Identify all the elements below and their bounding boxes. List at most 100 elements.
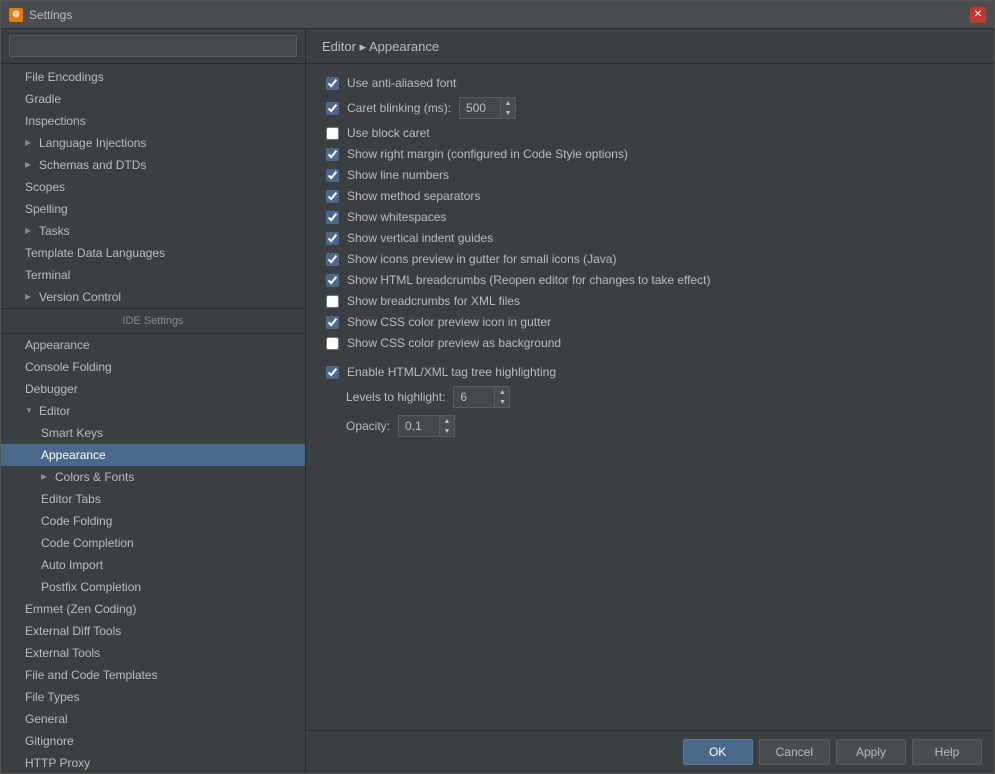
checkbox-anti-aliased[interactable] xyxy=(326,77,339,90)
sidebar-item-appearance-ide[interactable]: Appearance xyxy=(1,334,305,356)
sidebar-item-smart-keys[interactable]: Smart Keys xyxy=(1,422,305,444)
checkbox-right-margin[interactable] xyxy=(326,148,339,161)
levels-highlight-input[interactable] xyxy=(454,388,494,406)
opacity-spinner-down[interactable]: ▼ xyxy=(440,426,454,436)
row-icons-preview: Show icons preview in gutter for small i… xyxy=(326,252,974,266)
sidebar-item-code-completion[interactable]: Code Completion xyxy=(1,532,305,554)
label-right-margin[interactable]: Show right margin (configured in Code St… xyxy=(347,147,628,161)
item-label: Editor Tabs xyxy=(41,490,101,508)
close-button[interactable]: ✕ xyxy=(970,7,986,23)
sidebar-item-external-tools[interactable]: External Tools xyxy=(1,642,305,664)
help-button[interactable]: Help xyxy=(912,739,982,765)
sidebar-item-editor[interactable]: ▼ Editor xyxy=(1,400,305,422)
spinner-up-button[interactable]: ▲ xyxy=(501,98,515,108)
levels-spinner-down[interactable]: ▼ xyxy=(495,397,509,407)
checkbox-html-breadcrumbs[interactable] xyxy=(326,274,339,287)
item-label: Template Data Languages xyxy=(25,244,165,262)
sidebar-item-file-encodings[interactable]: File Encodings xyxy=(1,66,305,88)
panel-header: Editor ▸ Appearance xyxy=(306,29,994,64)
sidebar-item-version-control[interactable]: ▶ Version Control xyxy=(1,286,305,308)
label-tag-highlighting[interactable]: Enable HTML/XML tag tree highlighting xyxy=(347,365,556,379)
sidebar-item-http-proxy[interactable]: HTTP Proxy xyxy=(1,752,305,773)
caret-blinking-input[interactable] xyxy=(460,99,500,117)
sidebar-item-auto-import[interactable]: Auto Import xyxy=(1,554,305,576)
apply-button[interactable]: Apply xyxy=(836,739,906,765)
sidebar-item-colors-fonts[interactable]: ▶ Colors & Fonts xyxy=(1,466,305,488)
checkbox-line-numbers[interactable] xyxy=(326,169,339,182)
label-icons-preview[interactable]: Show icons preview in gutter for small i… xyxy=(347,252,616,266)
search-input[interactable] xyxy=(9,35,297,57)
window-title: Settings xyxy=(29,8,72,22)
label-whitespaces[interactable]: Show whitespaces xyxy=(347,210,446,224)
sidebar-item-spelling[interactable]: Spelling xyxy=(1,198,305,220)
sidebar-item-postfix-completion[interactable]: Postfix Completion xyxy=(1,576,305,598)
item-label: Gitignore xyxy=(25,732,74,750)
item-label: External Tools xyxy=(25,644,100,662)
row-html-breadcrumbs: Show HTML breadcrumbs (Reopen editor for… xyxy=(326,273,974,287)
label-html-breadcrumbs[interactable]: Show HTML breadcrumbs (Reopen editor for… xyxy=(347,273,711,287)
sidebar-item-language-injections[interactable]: ▶ Language Injections xyxy=(1,132,305,154)
label-xml-breadcrumbs[interactable]: Show breadcrumbs for XML files xyxy=(347,294,520,308)
levels-spinner-up[interactable]: ▲ xyxy=(495,387,509,397)
sidebar-item-schemas-dtds[interactable]: ▶ Schemas and DTDs xyxy=(1,154,305,176)
checkbox-method-separators[interactable] xyxy=(326,190,339,203)
spinner-down-button[interactable]: ▼ xyxy=(501,108,515,118)
row-anti-aliased: Use anti-aliased font xyxy=(326,76,974,90)
item-label: Colors & Fonts xyxy=(55,468,134,486)
label-css-color-bg[interactable]: Show CSS color preview as background xyxy=(347,336,561,350)
checkbox-tag-highlighting[interactable] xyxy=(326,366,339,379)
opacity-spinner: ▲ ▼ xyxy=(398,415,455,437)
opacity-spinner-up[interactable]: ▲ xyxy=(440,416,454,426)
sidebar-item-gradle[interactable]: Gradle xyxy=(1,88,305,110)
item-label: Code Completion xyxy=(41,534,134,552)
bottom-bar: OK Cancel Apply Help xyxy=(306,730,994,773)
sidebar-item-emmet[interactable]: Emmet (Zen Coding) xyxy=(1,598,305,620)
label-caret-blinking[interactable]: Caret blinking (ms): xyxy=(347,101,451,115)
sidebar-item-template-data-languages[interactable]: Template Data Languages xyxy=(1,242,305,264)
sidebar-item-editor-tabs[interactable]: Editor Tabs xyxy=(1,488,305,510)
row-opacity: Opacity: ▲ ▼ xyxy=(326,415,974,437)
item-label: File and Code Templates xyxy=(25,666,158,684)
checkbox-css-color-icon[interactable] xyxy=(326,316,339,329)
checkbox-block-caret[interactable] xyxy=(326,127,339,140)
item-label: Code Folding xyxy=(41,512,112,530)
checkbox-css-color-bg[interactable] xyxy=(326,337,339,350)
sidebar-item-code-folding[interactable]: Code Folding xyxy=(1,510,305,532)
label-line-numbers[interactable]: Show line numbers xyxy=(347,168,449,182)
expand-arrow: ▶ xyxy=(41,468,51,486)
opacity-input[interactable] xyxy=(399,417,439,435)
label-anti-aliased[interactable]: Use anti-aliased font xyxy=(347,76,456,90)
checkbox-caret-blinking[interactable] xyxy=(326,102,339,115)
sidebar-item-appearance-editor[interactable]: Appearance xyxy=(1,444,305,466)
label-css-color-icon[interactable]: Show CSS color preview icon in gutter xyxy=(347,315,551,329)
sidebar-item-tasks[interactable]: ▶ Tasks xyxy=(1,220,305,242)
item-label: Debugger xyxy=(25,380,78,398)
sidebar-item-scopes[interactable]: Scopes xyxy=(1,176,305,198)
ok-button[interactable]: OK xyxy=(683,739,753,765)
label-levels-highlight: Levels to highlight: xyxy=(346,390,445,404)
label-indent-guides[interactable]: Show vertical indent guides xyxy=(347,231,493,245)
tree: File Encodings Gradle Inspections ▶ Lang… xyxy=(1,64,305,773)
cancel-button[interactable]: Cancel xyxy=(759,739,830,765)
sidebar-item-console-folding[interactable]: Console Folding xyxy=(1,356,305,378)
label-block-caret[interactable]: Use block caret xyxy=(347,126,430,140)
sidebar-item-debugger[interactable]: Debugger xyxy=(1,378,305,400)
checkbox-xml-breadcrumbs[interactable] xyxy=(326,295,339,308)
sidebar-item-file-types[interactable]: File Types xyxy=(1,686,305,708)
item-label: Appearance xyxy=(25,336,90,354)
sidebar-item-external-diff-tools[interactable]: External Diff Tools xyxy=(1,620,305,642)
label-method-separators[interactable]: Show method separators xyxy=(347,189,480,203)
checkbox-indent-guides[interactable] xyxy=(326,232,339,245)
sidebar-item-gitignore[interactable]: Gitignore xyxy=(1,730,305,752)
sidebar-item-file-code-templates[interactable]: File and Code Templates xyxy=(1,664,305,686)
main-content: File Encodings Gradle Inspections ▶ Lang… xyxy=(1,29,994,773)
item-label: Schemas and DTDs xyxy=(39,156,146,174)
checkbox-whitespaces[interactable] xyxy=(326,211,339,224)
checkbox-icons-preview[interactable] xyxy=(326,253,339,266)
sidebar-item-inspections[interactable]: Inspections xyxy=(1,110,305,132)
item-label: Scopes xyxy=(25,178,65,196)
sidebar: File Encodings Gradle Inspections ▶ Lang… xyxy=(1,29,306,773)
sidebar-item-terminal[interactable]: Terminal xyxy=(1,264,305,286)
item-label: Postfix Completion xyxy=(41,578,141,596)
sidebar-item-general[interactable]: General xyxy=(1,708,305,730)
